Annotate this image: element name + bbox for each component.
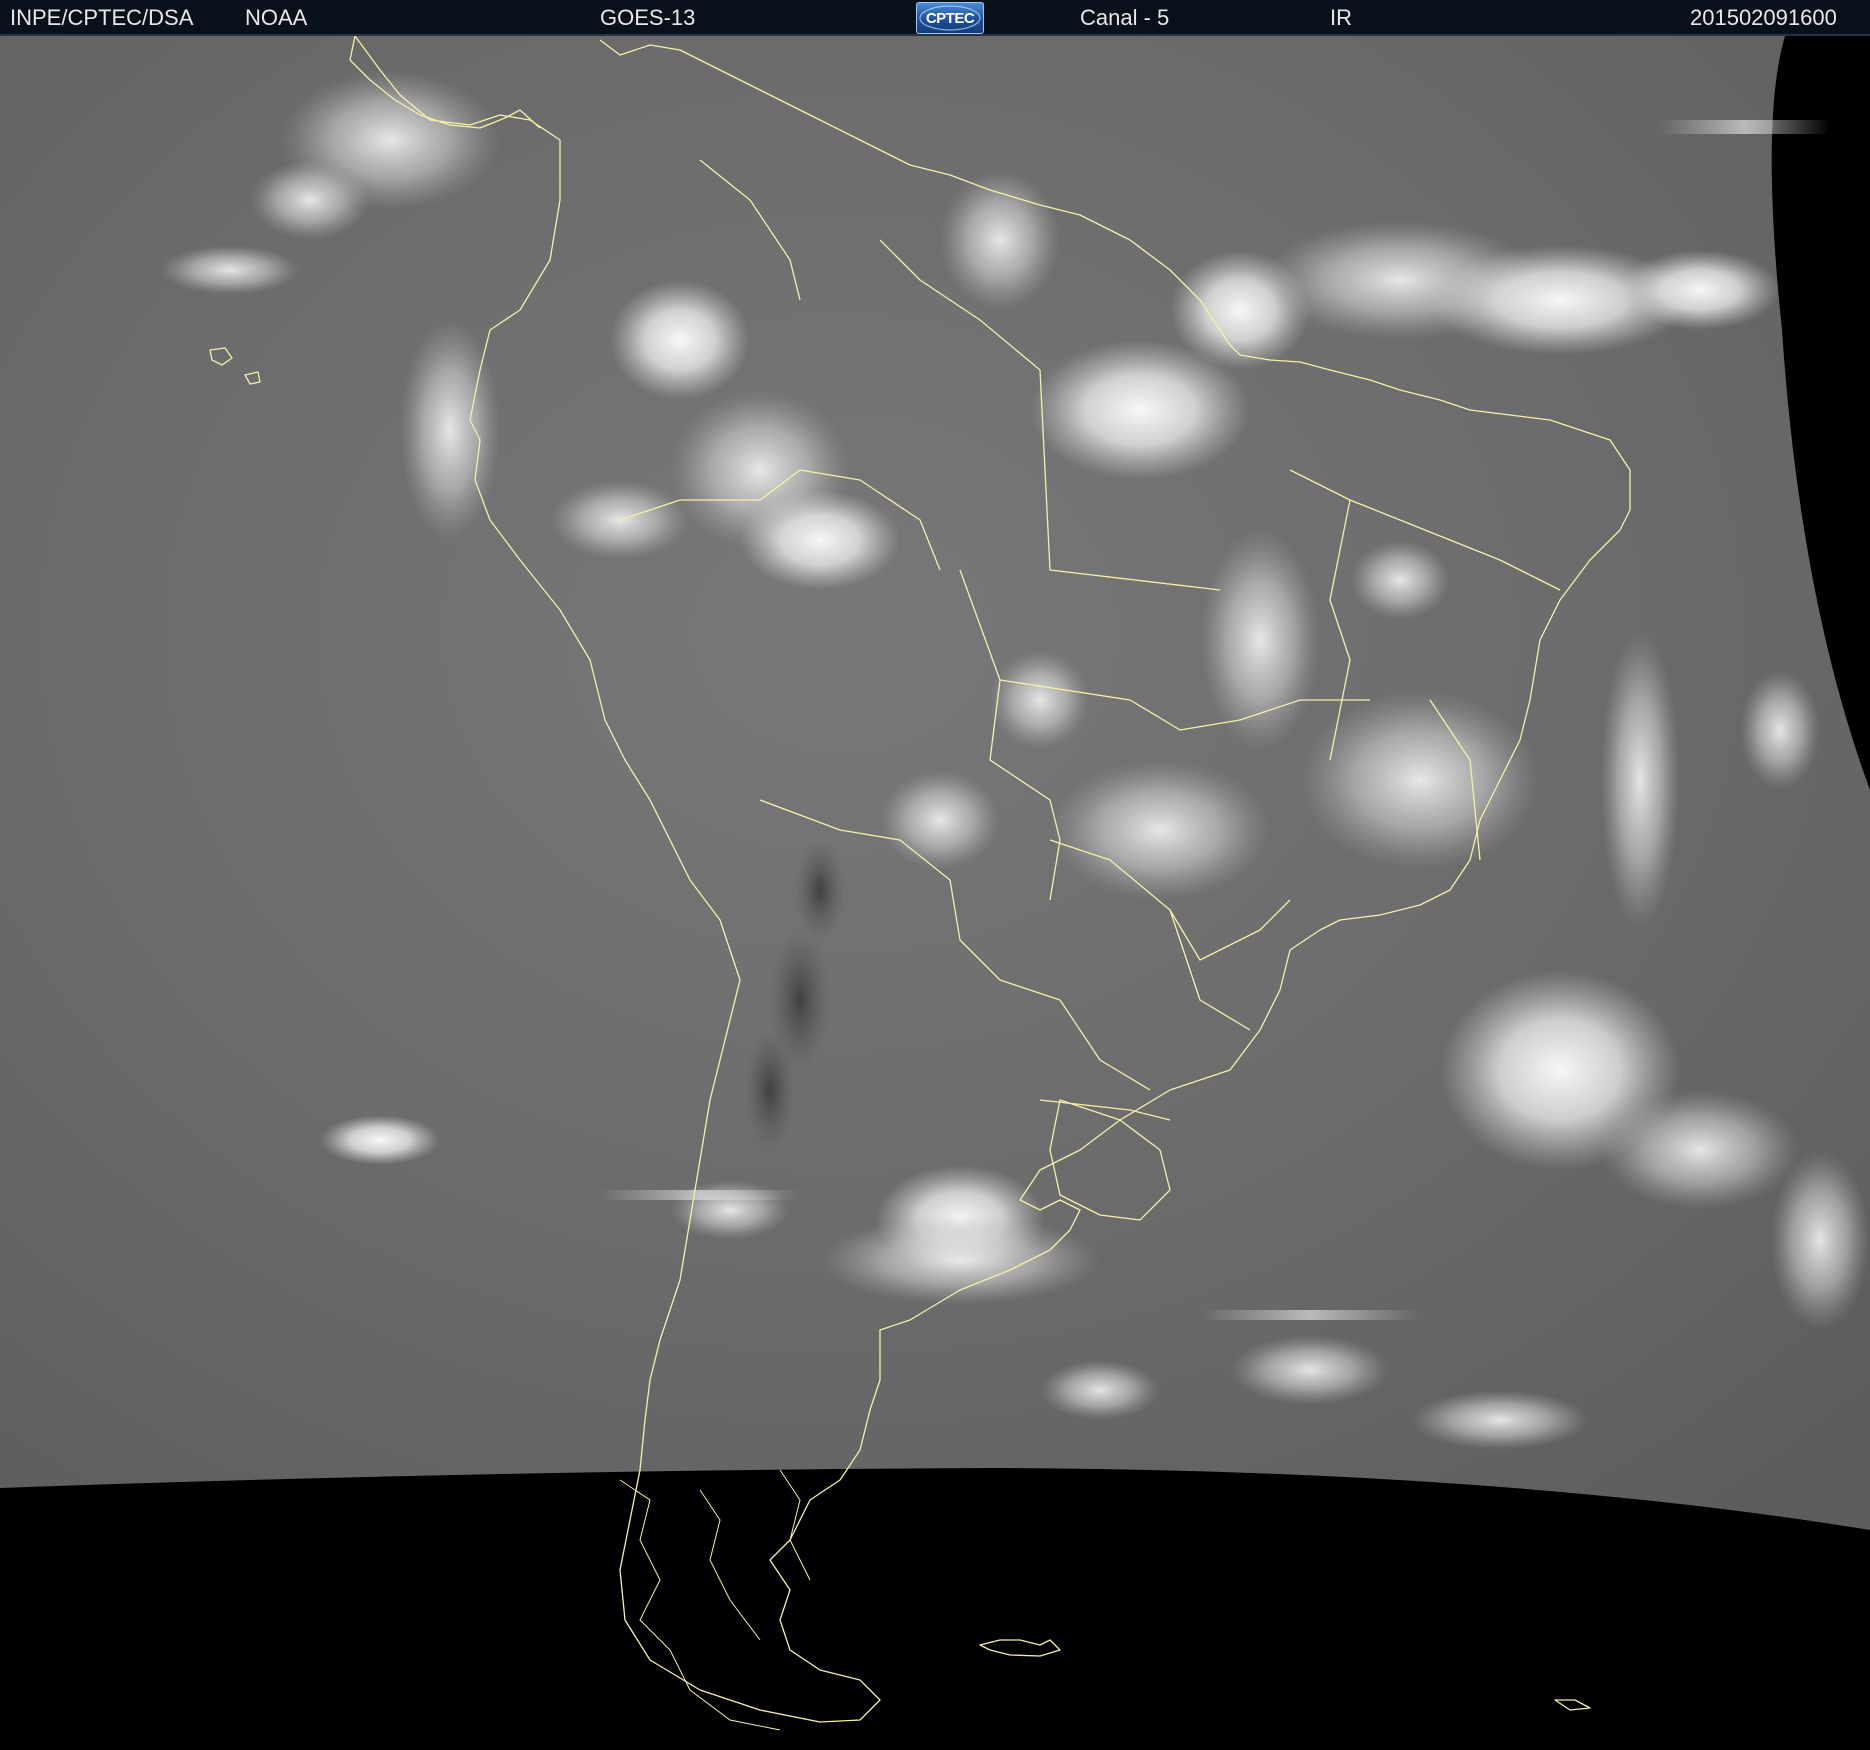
satellite-label: GOES-13 bbox=[600, 5, 696, 30]
band-label: IR bbox=[1330, 5, 1352, 30]
timestamp-label: 201502091600 bbox=[1690, 5, 1837, 30]
agency-label: NOAA bbox=[245, 5, 308, 30]
channel-label: Canal - 5 bbox=[1080, 5, 1170, 30]
logo-wordmark: CPTEC bbox=[926, 10, 975, 27]
satellite-image bbox=[0, 36, 1870, 1750]
header-bar: INPE/CPTEC/DSA NOAA GOES-13 CPTEC Canal … bbox=[0, 0, 1870, 36]
source-label: INPE/CPTEC/DSA bbox=[10, 5, 194, 30]
cptec-logo: CPTEC bbox=[916, 2, 984, 34]
